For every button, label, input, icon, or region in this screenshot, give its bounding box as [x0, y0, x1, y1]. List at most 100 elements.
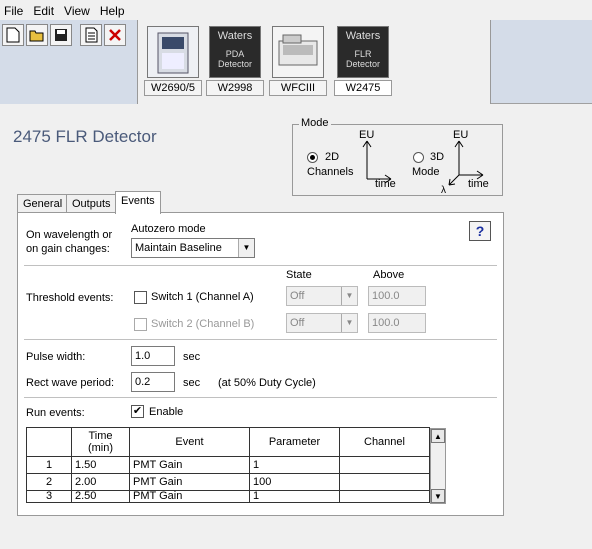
divider: [24, 397, 497, 398]
instrument-label: W2475: [334, 80, 392, 96]
col-header-index: [26, 427, 72, 457]
menu-file[interactable]: File: [0, 0, 29, 18]
toolbar: W2690/5 Waters PDA Detector W2998 WFCIII…: [0, 20, 592, 104]
cell-channel[interactable]: [339, 490, 430, 503]
cell-time[interactable]: 2.50: [71, 490, 130, 503]
switch2-label: Switch 2 (Channel B): [151, 318, 255, 330]
instrument-strip: W2690/5 Waters PDA Detector W2998 WFCIII…: [137, 20, 491, 104]
menu-view[interactable]: View: [60, 0, 96, 18]
threshold-label: Threshold events:: [26, 292, 114, 304]
menu-edit[interactable]: Edit: [29, 0, 60, 18]
table-header-row: Time (min) Event Parameter Channel: [26, 427, 430, 457]
tab-general[interactable]: General: [17, 194, 69, 214]
chevron-down-icon: ▼: [238, 239, 254, 257]
cell-parameter[interactable]: 1: [249, 490, 340, 503]
instrument-w2690[interactable]: W2690/5: [144, 26, 202, 96]
pulse-width-input[interactable]: 1.0: [131, 346, 175, 366]
mode-caption: Mode: [299, 117, 331, 129]
document-icon[interactable]: [80, 24, 102, 46]
instrument-label: WFCIII: [269, 80, 327, 96]
instrument-label: W2690/5: [144, 80, 202, 96]
events-panel: On wavelength or on gain changes: Autoze…: [17, 212, 504, 516]
scroll-up-icon[interactable]: ▲: [431, 429, 445, 443]
divider: [24, 339, 497, 340]
cell-event[interactable]: PMT Gain: [129, 456, 250, 474]
cell-channel[interactable]: [339, 473, 430, 491]
switch1-above-input[interactable]: 100.0: [368, 286, 426, 306]
col-header-channel: Channel: [339, 427, 430, 457]
tab-outputs[interactable]: Outputs: [66, 194, 117, 214]
instrument-label: W2998: [206, 80, 264, 96]
col-header-event: Event: [129, 427, 250, 457]
instrument-w2475[interactable]: Waters FLR Detector W2475: [334, 26, 392, 96]
new-file-icon[interactable]: [2, 24, 24, 46]
switch2-state-value: Off: [290, 317, 305, 329]
row-index: 2: [26, 473, 72, 491]
col-header-parameter: Parameter: [249, 427, 340, 457]
chevron-down-icon: ▼: [341, 287, 357, 305]
cell-time[interactable]: 2.00: [71, 473, 130, 491]
row-index: 1: [26, 456, 72, 474]
delete-icon[interactable]: [104, 24, 126, 46]
chevron-down-icon: ▼: [341, 314, 357, 332]
axis-eu-3d: EU: [453, 129, 469, 141]
flr-name: FLR Detector: [345, 49, 380, 69]
cell-time[interactable]: 1.50: [71, 456, 130, 474]
table-scrollbar[interactable]: ▲ ▼: [430, 428, 446, 504]
radio-2d-label-2: Channels: [307, 166, 354, 178]
cell-event[interactable]: PMT Gain: [129, 473, 250, 491]
scroll-down-icon[interactable]: ▼: [431, 489, 445, 503]
switch2-above-input[interactable]: 100.0: [368, 313, 426, 333]
menu-help[interactable]: Help: [96, 0, 131, 18]
cell-parameter[interactable]: 1: [249, 456, 340, 474]
row-index: 3: [26, 490, 72, 503]
axis-time-2d: time: [375, 178, 396, 190]
table-row[interactable]: 3 2.50 PMT Gain 1: [26, 490, 430, 503]
axis-lambda-3d: λ: [441, 185, 446, 196]
fraction-collector-image: [272, 26, 324, 78]
radio-2d[interactable]: [307, 152, 318, 163]
cell-channel[interactable]: [339, 456, 430, 474]
switch2-checkbox[interactable]: [134, 318, 147, 331]
table-row[interactable]: 1 1.50 PMT Gain 1: [26, 456, 430, 474]
help-button[interactable]: ?: [469, 221, 491, 241]
state-header: State: [286, 269, 312, 281]
wavelength-label-2: on gain changes:: [26, 243, 110, 255]
enable-checkbox[interactable]: ✔: [131, 405, 144, 418]
radio-3d[interactable]: [413, 152, 424, 163]
save-icon[interactable]: [50, 24, 72, 46]
rect-wave-label: Rect wave period:: [26, 377, 115, 389]
autozero-select[interactable]: Maintain Baseline ▼: [131, 238, 255, 258]
radio-3d-label-2: Mode: [412, 166, 440, 178]
autozero-label: Autozero mode: [131, 223, 206, 235]
rect-unit: sec: [183, 377, 201, 389]
axis-eu-2d: EU: [359, 129, 375, 141]
radio-3d-label-1: 3D: [430, 151, 445, 163]
switch2-state-select[interactable]: Off ▼: [286, 313, 358, 333]
rect-wave-input[interactable]: 0.2: [131, 372, 175, 392]
cell-event[interactable]: PMT Gain: [129, 490, 250, 503]
run-events-label: Run events:: [26, 407, 85, 419]
menu-bar: File Edit View Help: [0, 0, 592, 20]
switch1-state-value: Off: [290, 290, 305, 302]
above-header: Above: [373, 269, 405, 281]
page-title: 2475 FLR Detector: [13, 127, 157, 146]
wavelength-label-1: On wavelength or: [26, 229, 113, 241]
duty-cycle-note: (at 50% Duty Cycle): [218, 377, 316, 389]
open-folder-icon[interactable]: [26, 24, 48, 46]
instrument-w2998[interactable]: Waters PDA Detector W2998: [206, 26, 264, 96]
instrument-wfciii[interactable]: WFCIII: [269, 26, 327, 96]
switch1-checkbox[interactable]: [134, 291, 147, 304]
mode-groupbox: Mode 2D Channels EU time 3D Mode EU time…: [292, 117, 503, 196]
pda-detector-image: Waters PDA Detector: [209, 26, 261, 78]
tab-events[interactable]: Events: [115, 191, 161, 214]
switch1-label: Switch 1 (Channel A): [151, 291, 254, 303]
table-row[interactable]: 2 2.00 PMT Gain 100: [26, 473, 430, 491]
cell-parameter[interactable]: 100: [249, 473, 340, 491]
axis-time-3d: time: [468, 178, 489, 190]
pulse-unit: sec: [183, 351, 201, 363]
enable-label: Enable: [149, 406, 184, 418]
pulse-width-label: Pulse width:: [26, 351, 86, 363]
switch1-state-select[interactable]: Off ▼: [286, 286, 358, 306]
radio-2d-label-1: 2D: [325, 151, 340, 163]
